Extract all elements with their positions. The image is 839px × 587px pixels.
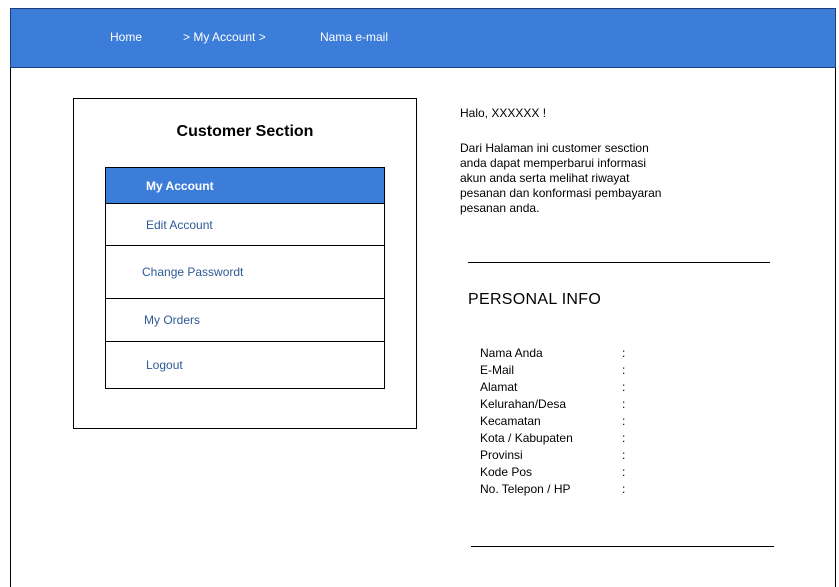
breadcrumb-home-link[interactable]: Home (110, 30, 142, 44)
menu-item-label: My Account (146, 178, 214, 193)
breadcrumb-email-link[interactable]: Nama e-mail (320, 30, 388, 44)
account-description: Dari Halaman ini customer sesction anda … (460, 141, 662, 215)
menu-item-label: My Orders (144, 313, 201, 327)
section-divider (468, 262, 770, 263)
customer-menu: My Account Edit Account Change Passwordt… (105, 167, 385, 389)
section-divider-bottom (471, 546, 774, 547)
info-label-kota: Kota / Kabupaten (480, 431, 573, 445)
menu-item-change-password[interactable]: Change Passwordt (106, 246, 384, 299)
info-label-alamat: Alamat (480, 380, 518, 394)
info-label-kecamatan: Kecamatan (480, 414, 541, 428)
menu-item-label: Logout (146, 358, 183, 372)
info-colon: : (622, 431, 626, 445)
menu-item-label: Edit Account (146, 217, 213, 232)
info-colon: : (622, 363, 626, 377)
info-colon: : (622, 448, 626, 462)
info-label-kode-pos: Kode Pos (480, 465, 533, 479)
info-label-telepon: No. Telepon / HP (480, 482, 571, 496)
breadcrumb-my-account-link[interactable]: > My Account > (183, 30, 266, 44)
info-colon: : (622, 482, 626, 496)
info-colon: : (622, 380, 626, 394)
menu-item-my-orders[interactable]: My Orders (106, 299, 384, 342)
personal-info-title: PERSONAL INFO (468, 291, 602, 308)
info-colon: : (622, 465, 626, 479)
info-colon: : (622, 346, 626, 360)
customer-section-title: Customer Section (176, 123, 314, 140)
info-label-nama: Nama Anda (480, 346, 543, 360)
menu-item-logout[interactable]: Logout (106, 342, 384, 388)
info-label-email: E-Mail (480, 363, 515, 377)
menu-item-label: Change Passwordt (142, 265, 244, 279)
info-colon: : (622, 414, 626, 428)
info-label-kelurahan: Kelurahan/Desa (480, 397, 567, 411)
customer-section-panel: Customer Section My Account Edit Account… (73, 98, 417, 429)
greeting-text: Halo, XXXXXX ! (460, 106, 547, 120)
info-label-provinsi: Provinsi (480, 448, 523, 462)
menu-item-edit-account[interactable]: Edit Account (106, 204, 384, 246)
info-colon: : (622, 397, 626, 411)
menu-item-my-account[interactable]: My Account (106, 168, 384, 204)
